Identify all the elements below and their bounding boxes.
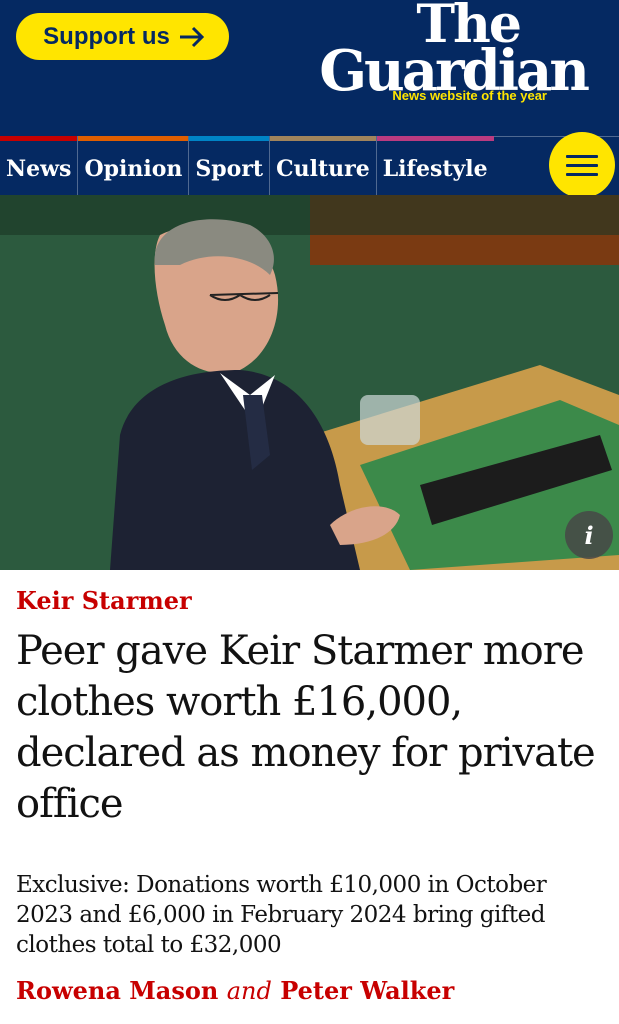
hamburger-menu-icon: [566, 172, 598, 176]
nav-item-label: News: [6, 156, 72, 182]
article-header: Keir Starmer Peer gave Keir Starmer more…: [0, 586, 619, 1005]
hamburger-menu-icon: [566, 163, 598, 167]
site-header: Support us The Guardian News website of …: [0, 0, 619, 136]
logo-guardian: Guardian: [319, 38, 590, 104]
author-link[interactable]: Peter Walker: [280, 976, 454, 1005]
nav-item-lifestyle[interactable]: Lifestyle: [376, 136, 494, 195]
main-navigation: News Opinion Sport Culture Lifestyle: [0, 132, 619, 198]
nav-pillar-bar: [270, 136, 376, 141]
nav-item-culture[interactable]: Culture: [270, 136, 377, 195]
arrow-right-icon: [179, 26, 204, 47]
info-icon: i: [584, 520, 594, 550]
hamburger-menu-icon: [566, 154, 598, 158]
article-standfirst: Exclusive: Donations worth £10,000 in Oc…: [16, 872, 547, 958]
nav-item-opinion[interactable]: Opinion: [78, 136, 190, 195]
nav-item-label: Lifestyle: [382, 156, 488, 182]
author-link[interactable]: Rowena Mason: [16, 976, 218, 1005]
article-headline: Peer gave Keir Starmer more clothes wort…: [16, 628, 596, 827]
nav-pillar-bar: [189, 136, 270, 141]
guardian-logo[interactable]: The Guardian: [319, 0, 590, 104]
support-us-label: Support us: [43, 22, 170, 50]
nav-pillar-bar: [0, 136, 78, 141]
hero-photo-illustration: [0, 195, 619, 570]
byline-and: and: [226, 977, 272, 1005]
support-us-button[interactable]: Support us: [16, 13, 229, 60]
nav-item-news[interactable]: News: [0, 136, 79, 195]
nav-item-label: Opinion: [84, 156, 183, 182]
nav-item-label: Culture: [276, 156, 370, 182]
nav-pillar-bar: [78, 136, 189, 141]
menu-button[interactable]: [549, 132, 615, 198]
hero-image: i: [0, 195, 619, 570]
nav-pillar-bar: [376, 136, 494, 141]
byline: Rowena Mason and Peter Walker: [16, 976, 603, 1005]
image-info-button[interactable]: i: [565, 511, 613, 559]
article-kicker[interactable]: Keir Starmer: [16, 586, 603, 616]
nav-item-label: Sport: [195, 156, 264, 182]
award-tagline: News website of the year: [392, 88, 547, 103]
nav-item-sport[interactable]: Sport: [189, 136, 271, 195]
